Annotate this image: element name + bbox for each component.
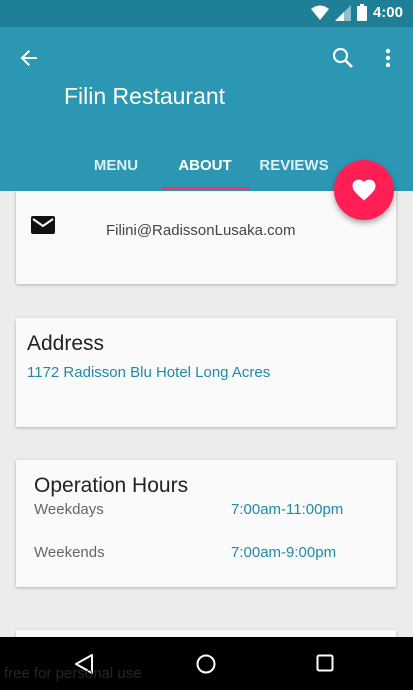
tab-reviews[interactable]: REVIEWS xyxy=(250,149,338,191)
tab-menu[interactable]: MENU xyxy=(72,149,160,191)
wifi-icon xyxy=(310,5,329,20)
about-content[interactable]: Filini@RadissonLusaka.com Address 1172 R… xyxy=(0,191,413,637)
tab-indicator xyxy=(161,187,249,190)
nav-home-icon[interactable] xyxy=(195,653,217,675)
page-title: Filin Restaurant xyxy=(64,83,226,109)
heart-icon xyxy=(352,179,376,201)
status-icons: 4:00 xyxy=(310,4,403,21)
hours-time: 7:00am-11:00pm xyxy=(231,501,344,518)
hours-day: Weekdays xyxy=(34,501,104,518)
tab-about[interactable]: ABOUT xyxy=(161,149,249,191)
signal-icon xyxy=(334,4,351,21)
address-link[interactable]: 1172 Radisson Blu Hotel Long Acres xyxy=(27,364,270,381)
hours-time: 7:00am-9:00pm xyxy=(231,544,337,561)
email-link[interactable]: Filini@RadissonLusaka.com xyxy=(106,222,295,239)
hours-card: Operation Hours Weekdays 7:00am-11:00pm … xyxy=(16,460,396,587)
back-button[interactable] xyxy=(14,43,44,73)
search-icon xyxy=(332,47,353,68)
address-heading: Address xyxy=(27,332,105,355)
favorite-button[interactable] xyxy=(334,160,394,220)
status-bar: 4:00 xyxy=(0,0,413,27)
search-button[interactable] xyxy=(328,43,358,73)
more-options-button[interactable] xyxy=(374,43,402,73)
hours-heading: Operation Hours xyxy=(34,474,189,497)
more-vert-icon xyxy=(385,48,391,68)
nav-recents-icon[interactable] xyxy=(316,654,334,672)
watermark-text: free for personal use xyxy=(4,665,142,682)
navigation-bar xyxy=(0,637,413,690)
status-time: 4:00 xyxy=(372,4,403,21)
hours-day: Weekends xyxy=(34,544,105,561)
arrow-back-icon xyxy=(20,50,37,66)
battery-icon xyxy=(356,4,367,21)
mail-icon xyxy=(31,216,55,234)
next-card xyxy=(16,630,396,637)
address-card: Address 1172 Radisson Blu Hotel Long Acr… xyxy=(16,318,396,427)
